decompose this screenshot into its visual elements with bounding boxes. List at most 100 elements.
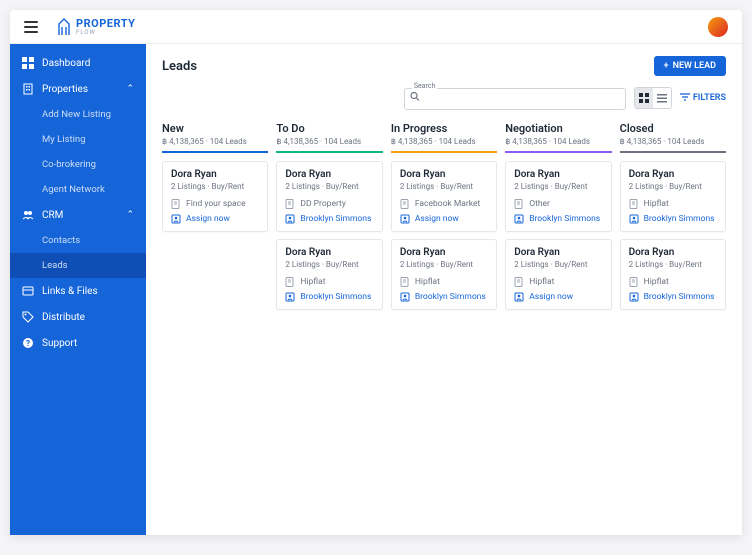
sidebar-item-properties[interactable]: Properties⌃ xyxy=(10,76,146,102)
lead-source-row: Hipflat xyxy=(629,277,717,287)
document-icon xyxy=(514,199,524,209)
person-icon xyxy=(629,214,639,224)
building-icon xyxy=(22,83,34,95)
lead-name: Dora Ryan xyxy=(629,247,717,258)
lead-card[interactable]: Dora Ryan 2 Listings · Buy/Rent Facebook M… xyxy=(391,161,497,232)
lead-meta: 2 Listings · Buy/Rent xyxy=(629,182,717,191)
lead-meta: 2 Listings · Buy/Rent xyxy=(400,182,488,191)
sidebar-item-dashboard[interactable]: Dashboard xyxy=(10,50,146,76)
lead-card[interactable]: Dora Ryan2 Listings · Buy/RentFind your … xyxy=(162,161,268,232)
lead-meta: 2 Listings · Buy/Rent xyxy=(285,260,373,269)
lead-name: Dora Ryan xyxy=(514,247,602,258)
assign-now-link[interactable]: Assign now xyxy=(400,214,488,224)
column-in-progress: In Progress ฿ 4,138,365 · 104 Leads Dora R… xyxy=(391,122,497,317)
lead-card[interactable]: Dora Ryan2 Listings · Buy/RentHipflatBro… xyxy=(620,161,726,232)
lead-name: Dora Ryan xyxy=(171,169,259,180)
filter-icon xyxy=(680,93,690,104)
sidebar-item-agent-network[interactable]: Agent Network xyxy=(10,177,146,202)
lead-card[interactable]: Dora Ryan2 Listings · Buy/RentDD Propert… xyxy=(276,161,382,232)
lead-card[interactable]: Dora Ryan 2 Listings · Buy/Rent Hipflat Bro… xyxy=(276,239,382,310)
topbar: PROPERTYFLOW xyxy=(10,10,742,44)
document-icon xyxy=(400,199,410,209)
people-icon xyxy=(22,209,34,221)
assignee-link[interactable]: Brooklyn Simmons xyxy=(514,214,602,224)
search-label: Search xyxy=(412,82,438,90)
person-icon xyxy=(629,292,639,302)
lead-meta: 2 Listings · Buy/Rent xyxy=(400,260,488,269)
sidebar-item-co-brokering[interactable]: Co-brokering xyxy=(10,152,146,177)
assignee-link[interactable]: Brooklyn Simmons xyxy=(285,214,373,224)
assignee-link[interactable]: Brooklyn Simmons xyxy=(400,292,488,302)
assignee-link[interactable]: Brooklyn Simmons xyxy=(629,214,717,224)
column-title: In Progress xyxy=(391,122,497,135)
column-meta: ฿ 4,138,365 · 104 Leads xyxy=(620,137,726,146)
person-icon xyxy=(400,292,410,302)
new-lead-button[interactable]: +NEW LEAD xyxy=(654,56,726,76)
document-icon xyxy=(629,199,639,209)
sidebar-item-support[interactable]: ?Support xyxy=(10,330,146,356)
assignee-link[interactable]: Brooklyn Simmons xyxy=(285,292,373,302)
lead-meta: 2 Listings · Buy/Rent xyxy=(514,182,602,191)
lead-card[interactable]: Dora Ryan 2 Listings · Buy/Rent Hipflat Bro… xyxy=(620,239,726,310)
column-title: Negotiation xyxy=(505,122,611,135)
search-input[interactable] xyxy=(404,88,626,110)
list-view-button[interactable] xyxy=(653,88,671,108)
lead-card[interactable]: Dora Ryan2 Listings · Buy/RentHipflatAss… xyxy=(505,239,611,310)
lead-meta: 2 Listings · Buy/Rent xyxy=(629,260,717,269)
search-icon xyxy=(410,92,420,105)
lead-source-row: Hipflat xyxy=(400,277,488,287)
brand-sub: FLOW xyxy=(76,29,135,36)
tag-icon xyxy=(22,311,34,323)
sidebar-item-crm[interactable]: CRM⌃ xyxy=(10,202,146,228)
filters-button[interactable]: FILTERS xyxy=(680,93,726,104)
page-title: Leads xyxy=(162,59,197,74)
link-icon xyxy=(22,285,34,297)
document-icon xyxy=(629,277,639,287)
person-icon xyxy=(514,292,524,302)
person-icon xyxy=(400,214,410,224)
sidebar-item-distribute[interactable]: Distribute xyxy=(10,304,146,330)
lead-source-row: Other xyxy=(514,199,602,209)
person-icon xyxy=(171,214,181,224)
person-icon xyxy=(285,292,295,302)
lead-name: Dora Ryan xyxy=(285,247,373,258)
lead-name: Dora Ryan xyxy=(400,169,488,180)
chevron-up-icon: ⌃ xyxy=(126,210,134,220)
assignee-link[interactable]: Brooklyn Simmons xyxy=(629,292,717,302)
menu-icon[interactable] xyxy=(24,21,38,33)
plus-icon: + xyxy=(664,61,669,71)
kanban-board: New฿ 4,138,365 · 104 LeadsDora Ryan2 Lis… xyxy=(162,122,726,317)
document-icon xyxy=(285,277,295,287)
document-icon xyxy=(514,277,524,287)
sidebar-item-contacts[interactable]: Contacts xyxy=(10,228,146,253)
column-to-do: To Do฿ 4,138,365 · 104 LeadsDora Ryan2 L… xyxy=(276,122,382,317)
assign-now-link[interactable]: Assign now xyxy=(171,214,259,224)
person-icon xyxy=(514,214,524,224)
lead-source-row: Facebook Market xyxy=(400,199,488,209)
avatar[interactable] xyxy=(708,17,728,37)
assign-now-link[interactable]: Assign now xyxy=(514,292,602,302)
sidebar-item-add-new-listing[interactable]: Add New Listing xyxy=(10,102,146,127)
lead-card[interactable]: Dora Ryan2 Listings · Buy/RentOtherBrook… xyxy=(505,161,611,232)
document-icon xyxy=(285,199,295,209)
column-title: Closed xyxy=(620,122,726,135)
lead-source-row: Find your space xyxy=(171,199,259,209)
logo[interactable]: PROPERTYFLOW xyxy=(56,17,135,36)
lead-source-row: Hipflat xyxy=(629,199,717,209)
column-meta: ฿ 4,138,365 · 104 Leads xyxy=(276,137,382,146)
help-icon: ? xyxy=(22,337,34,349)
lead-meta: 2 Listings · Buy/Rent xyxy=(514,260,602,269)
column-title: To Do xyxy=(276,122,382,135)
sidebar-item-my-listing[interactable]: My Listing xyxy=(10,127,146,152)
lead-card[interactable]: Dora Ryan2 Listings · Buy/RentHipflatBro… xyxy=(391,239,497,310)
lead-name: Dora Ryan xyxy=(285,169,373,180)
grid-view-button[interactable] xyxy=(635,88,653,108)
lead-source-row: Hipflat xyxy=(285,277,373,287)
sidebar: DashboardProperties⌃Add New ListingMy Li… xyxy=(10,44,146,535)
column-meta: ฿ 4,138,365 · 104 Leads xyxy=(391,137,497,146)
column-meta: ฿ 4,138,365 · 104 Leads xyxy=(505,137,611,146)
svg-text:?: ? xyxy=(26,339,30,348)
sidebar-item-leads[interactable]: Leads xyxy=(10,253,146,278)
sidebar-item-links-files[interactable]: Links & Files xyxy=(10,278,146,304)
column-negotiation: Negotiation ฿ 4,138,365 · 104 Leads Dora R… xyxy=(505,122,611,317)
